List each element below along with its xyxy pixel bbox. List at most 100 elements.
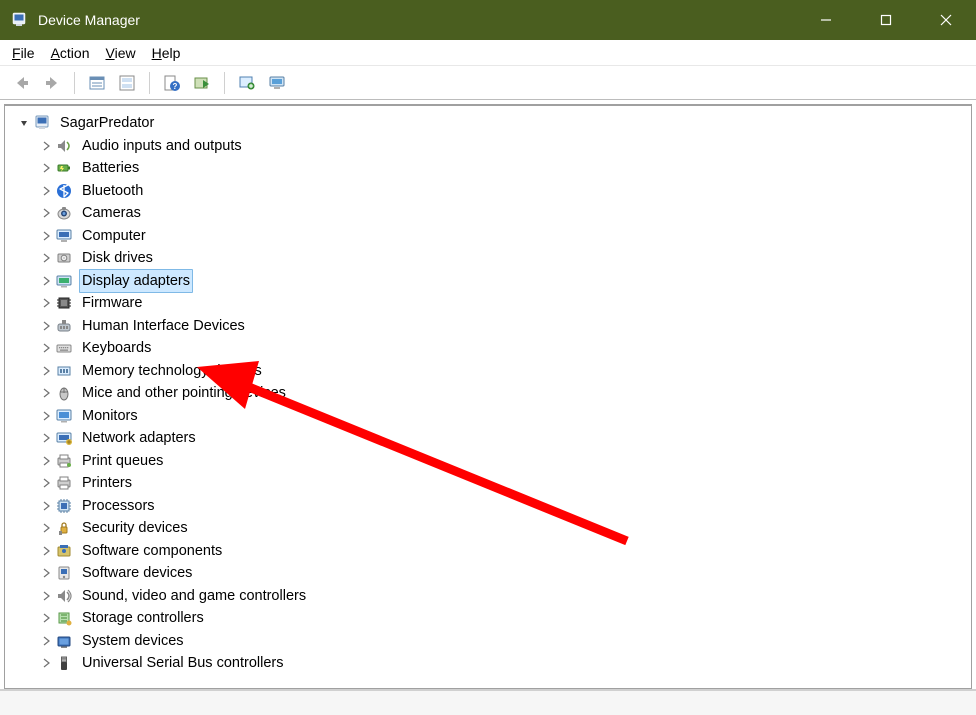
tree-item-label[interactable]: Software components — [79, 539, 225, 563]
device-tree[interactable]: SagarPredator Audio inputs and outputsBa… — [5, 106, 971, 675]
chevron-right-icon[interactable] — [39, 634, 53, 648]
tree-item-label[interactable]: Processors — [79, 494, 158, 518]
tree-item-label[interactable]: Universal Serial Bus controllers — [79, 651, 286, 675]
content-area: SagarPredator Audio inputs and outputsBa… — [0, 100, 976, 689]
tree-item-label[interactable]: Memory technology devices — [79, 359, 265, 383]
toolbar-update-driver[interactable] — [188, 70, 216, 96]
toolbar-scan-hardware[interactable] — [233, 70, 261, 96]
refresh-icon — [118, 74, 136, 92]
chevron-right-icon[interactable] — [39, 184, 53, 198]
chevron-right-icon[interactable] — [39, 431, 53, 445]
tree-item[interactable]: Batteries — [39, 157, 971, 180]
tree-item-label[interactable]: Storage controllers — [79, 606, 207, 630]
chevron-right-icon[interactable] — [39, 454, 53, 468]
toolbar-back[interactable] — [8, 70, 36, 96]
chevron-right-icon[interactable] — [39, 139, 53, 153]
chevron-right-icon[interactable] — [39, 364, 53, 378]
tree-item-label[interactable]: Bluetooth — [79, 179, 146, 203]
chevron-right-icon[interactable] — [39, 611, 53, 625]
chevron-right-icon[interactable] — [39, 161, 53, 175]
tree-item[interactable]: Display adapters — [39, 270, 971, 293]
tree-item-label[interactable]: Display adapters — [79, 269, 193, 293]
tree-item[interactable]: Printers — [39, 472, 971, 495]
tree-item[interactable]: Firmware — [39, 292, 971, 315]
firmware-icon — [55, 294, 73, 312]
keyboard-icon — [55, 339, 73, 357]
tree-item[interactable]: Disk drives — [39, 247, 971, 270]
tree-item-label[interactable]: Sound, video and game controllers — [79, 584, 309, 608]
chevron-right-icon[interactable] — [39, 656, 53, 670]
chevron-right-icon[interactable] — [39, 319, 53, 333]
tree-item[interactable]: Software components — [39, 540, 971, 563]
tree-item-label[interactable]: Mice and other pointing devices — [79, 381, 289, 405]
tree-item[interactable]: Network adapters — [39, 427, 971, 450]
chevron-right-icon[interactable] — [39, 409, 53, 423]
tree-item[interactable]: Processors — [39, 495, 971, 518]
chevron-right-icon[interactable] — [39, 274, 53, 288]
tree-item-label[interactable]: Monitors — [79, 404, 141, 428]
chevron-right-icon[interactable] — [39, 229, 53, 243]
tree-item[interactable]: Mice and other pointing devices — [39, 382, 971, 405]
tree-item[interactable]: Memory technology devices — [39, 360, 971, 383]
minimize-button[interactable] — [796, 0, 856, 40]
toolbar: ? — [0, 66, 976, 100]
chevron-right-icon[interactable] — [39, 476, 53, 490]
tree-item[interactable]: Security devices — [39, 517, 971, 540]
tree-item-label[interactable]: Keyboards — [79, 336, 154, 360]
tree-item[interactable]: Storage controllers — [39, 607, 971, 630]
tree-item-label[interactable]: Print queues — [79, 449, 166, 473]
tree-item-label[interactable]: Batteries — [79, 156, 142, 180]
tree-item-label[interactable]: Computer — [79, 224, 149, 248]
chevron-right-icon[interactable] — [39, 251, 53, 265]
tree-item[interactable]: Audio inputs and outputs — [39, 135, 971, 158]
chevron-right-icon[interactable] — [39, 296, 53, 310]
tree-item-label[interactable]: System devices — [79, 629, 187, 653]
tree-item[interactable]: Print queues — [39, 450, 971, 473]
maximize-button[interactable] — [856, 0, 916, 40]
menu-action[interactable]: Action — [51, 45, 90, 61]
tree-item-label[interactable]: Software devices — [79, 561, 195, 585]
tree-item[interactable]: System devices — [39, 630, 971, 653]
tree-item-label[interactable]: Security devices — [79, 516, 191, 540]
chevron-right-icon[interactable] — [39, 589, 53, 603]
tree-item[interactable]: Software devices — [39, 562, 971, 585]
back-arrow-icon — [13, 74, 31, 92]
tree-item[interactable]: Sound, video and game controllers — [39, 585, 971, 608]
chevron-right-icon[interactable] — [39, 499, 53, 513]
toolbar-properties[interactable] — [83, 70, 111, 96]
chevron-right-icon[interactable] — [39, 544, 53, 558]
chevron-right-icon[interactable] — [39, 521, 53, 535]
close-button[interactable] — [916, 0, 976, 40]
toolbar-devices-monitor[interactable] — [263, 70, 291, 96]
tree-item[interactable]: Computer — [39, 225, 971, 248]
forward-arrow-icon — [43, 74, 61, 92]
tree-item-label[interactable]: Firmware — [79, 291, 145, 315]
chevron-right-icon[interactable] — [39, 206, 53, 220]
tree-item[interactable]: Monitors — [39, 405, 971, 428]
tree-item-label[interactable]: Printers — [79, 471, 135, 495]
tree-root-node[interactable]: SagarPredator — [17, 112, 971, 135]
toolbar-forward[interactable] — [38, 70, 66, 96]
tree-item[interactable]: Bluetooth — [39, 180, 971, 203]
tree-item-label[interactable]: Audio inputs and outputs — [79, 134, 245, 158]
tree-root-label[interactable]: SagarPredator — [57, 111, 157, 135]
tree-item-label[interactable]: Disk drives — [79, 246, 156, 270]
tree-item[interactable]: Human Interface Devices — [39, 315, 971, 338]
menu-help[interactable]: Help — [152, 45, 181, 61]
usb-icon — [55, 654, 73, 672]
menu-file[interactable]: File — [12, 45, 35, 61]
chevron-right-icon[interactable] — [39, 566, 53, 580]
tree-item[interactable]: Universal Serial Bus controllers — [39, 652, 971, 675]
chevron-right-icon[interactable] — [39, 341, 53, 355]
tree-item-label[interactable]: Cameras — [79, 201, 144, 225]
tree-item[interactable]: Keyboards — [39, 337, 971, 360]
tree-item-label[interactable]: Human Interface Devices — [79, 314, 248, 338]
toolbar-refresh[interactable] — [113, 70, 141, 96]
tree-item-label[interactable]: Network adapters — [79, 426, 199, 450]
chevron-right-icon[interactable] — [39, 386, 53, 400]
toolbar-help[interactable]: ? — [158, 70, 186, 96]
menu-view[interactable]: View — [106, 45, 136, 61]
chevron-down-icon[interactable] — [17, 116, 31, 130]
sound-video-icon — [55, 587, 73, 605]
tree-item[interactable]: Cameras — [39, 202, 971, 225]
